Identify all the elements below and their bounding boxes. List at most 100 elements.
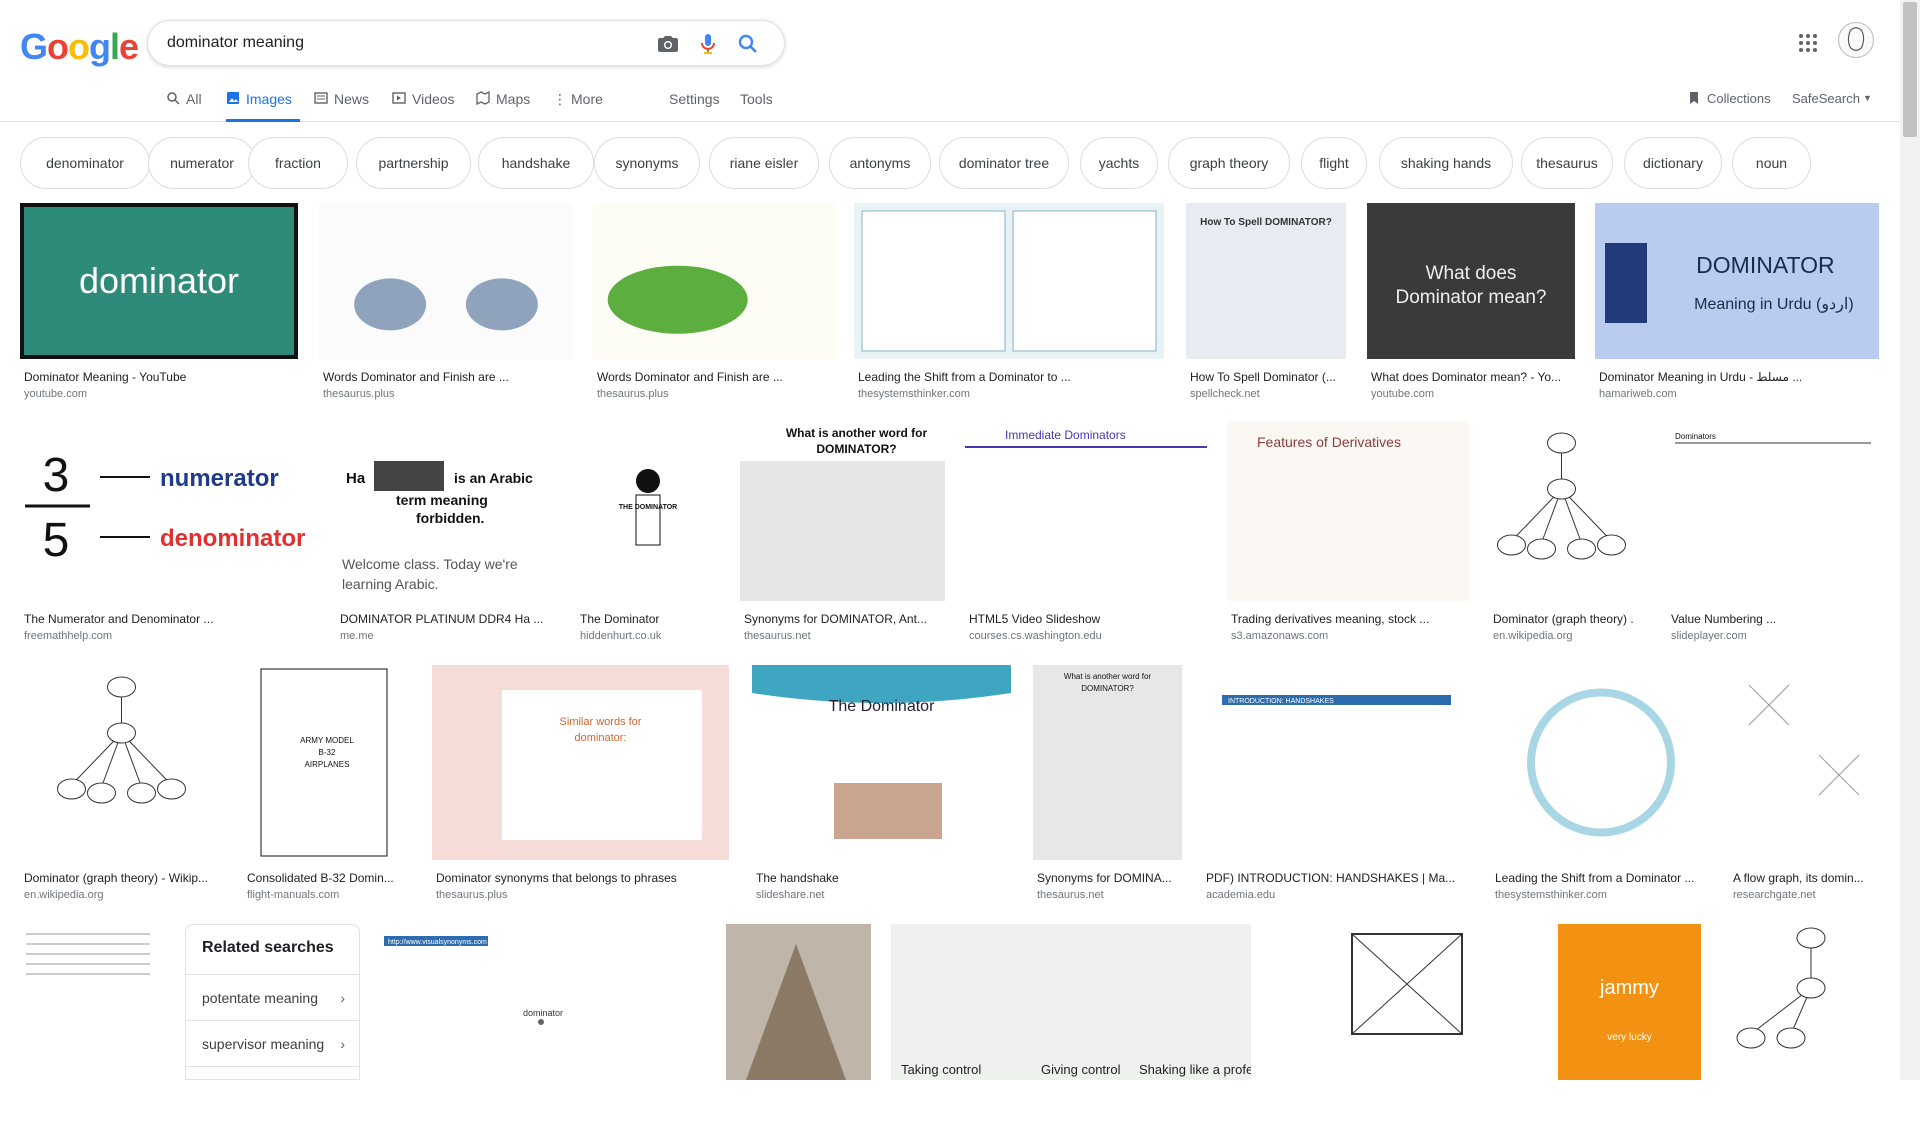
result-thumbnail[interactable] xyxy=(1272,924,1537,1080)
tab-settings[interactable]: Settings xyxy=(669,86,720,122)
tab-images[interactable]: Images xyxy=(226,86,300,122)
chip-synonyms[interactable]: synonyms xyxy=(594,137,700,189)
chip-fraction[interactable]: fraction xyxy=(248,137,348,189)
search-input[interactable] xyxy=(167,34,647,52)
scrollbar-track[interactable] xyxy=(1900,0,1920,1080)
chip-antonyms[interactable]: antonyms xyxy=(829,137,931,189)
result-title[interactable]: What does Dominator mean? - Yo... xyxy=(1371,370,1561,384)
image-result[interactable]: THE DOMINATOR The Dominator hiddenhurt.co.… xyxy=(576,421,720,651)
result-thumbnail[interactable] xyxy=(1489,421,1634,601)
result-thumbnail[interactable] xyxy=(1723,924,1879,1080)
image-result[interactable]: ARMY MODEL B-32 AIRPLANES Consolidated B-32… xyxy=(243,665,399,910)
safesearch-button[interactable]: SafeSearch ▼ xyxy=(1792,86,1872,122)
image-result[interactable]: What is another word for DOMINATOR? Synony… xyxy=(740,421,945,651)
result-thumbnail[interactable] xyxy=(726,924,871,1080)
result-thumbnail[interactable] xyxy=(1729,665,1879,860)
image-result[interactable]: How To Spell DOMINATOR? How To Spell Domi… xyxy=(1186,203,1346,409)
result-thumbnail[interactable] xyxy=(854,203,1164,359)
image-result[interactable]: Features of Derivatives Trading derivativ… xyxy=(1227,421,1469,651)
result-thumbnail[interactable] xyxy=(20,924,165,1080)
result-thumbnail[interactable]: DOMINATOR Meaning in Urdu (اردو) xyxy=(1595,203,1879,359)
result-title[interactable]: Dominator (graph theory) ... xyxy=(1493,612,1634,626)
related-search-item[interactable]: › xyxy=(186,1067,359,1079)
image-result[interactable]: What does Dominator mean? What does Domina… xyxy=(1367,203,1575,409)
image-result[interactable]: Dominator (graph theory) ... en.wikipedia… xyxy=(1489,421,1634,651)
result-thumbnail[interactable] xyxy=(1491,665,1711,860)
result-title[interactable]: Trading derivatives meaning, stock ... xyxy=(1231,612,1429,626)
result-thumbnail[interactable]: INTRODUCTION: HANDSHAKES xyxy=(1202,665,1471,860)
image-result[interactable]: Dominators Value Numbering ... slideplayer… xyxy=(1667,421,1879,651)
result-thumbnail[interactable]: What is another word for DOMINATOR? xyxy=(740,421,945,601)
related-search-item[interactable]: potentate meaning › xyxy=(186,975,359,1021)
tab-more[interactable]: ⋮ More xyxy=(553,86,603,122)
chip-flight[interactable]: flight xyxy=(1301,137,1367,189)
result-title[interactable]: The Dominator xyxy=(580,612,659,626)
result-thumbnail[interactable]: 3 5 numerator denominator xyxy=(20,421,315,601)
result-title[interactable]: PDF) INTRODUCTION: HANDSHAKES | Ma... xyxy=(1206,871,1455,885)
result-thumbnail[interactable]: THE DOMINATOR xyxy=(576,421,720,601)
result-thumbnail[interactable]: Similar words for dominator: xyxy=(432,665,729,860)
image-result[interactable]: The Dominator The handshake slideshare.net xyxy=(752,665,1011,910)
result-thumbnail[interactable]: jammy very lucky xyxy=(1558,924,1701,1080)
result-title[interactable]: Dominator Meaning in Urdu - مسلط ... xyxy=(1599,370,1802,384)
chip-riane-eisler[interactable]: riane eisler xyxy=(709,137,819,189)
result-title[interactable]: DOMINATOR PLATINUM DDR4 Ha ... xyxy=(340,612,543,626)
related-search-item[interactable]: supervisor meaning › xyxy=(186,1021,359,1067)
image-result[interactable]: jammy very lucky xyxy=(1558,924,1701,1130)
result-title[interactable]: Leading the Shift from a Dominator ... xyxy=(1495,871,1694,885)
image-result[interactable]: Immediate Dominators HTML5 Video Slidesho… xyxy=(965,421,1207,651)
result-title[interactable]: The Numerator and Denominator ... xyxy=(24,612,213,626)
result-title[interactable]: Words Dominator and Finish are ... xyxy=(597,370,783,384)
result-title[interactable]: HTML5 Video Slideshow xyxy=(969,612,1100,626)
chip-thesaurus[interactable]: thesaurus xyxy=(1521,137,1613,189)
chip-dictionary[interactable]: dictionary xyxy=(1624,137,1722,189)
search-icon[interactable] xyxy=(736,32,760,56)
result-title[interactable]: The handshake xyxy=(756,871,839,885)
apps-grid-icon[interactable] xyxy=(1796,31,1820,55)
image-result[interactable] xyxy=(1723,924,1879,1130)
chip-denominator[interactable]: denominator xyxy=(20,137,150,189)
result-thumbnail[interactable]: The Dominator xyxy=(752,665,1011,860)
image-result[interactable]: http://www.visualsynonyms.com dominator xyxy=(380,924,706,1130)
result-thumbnail[interactable]: What does Dominator mean? xyxy=(1367,203,1575,359)
image-result[interactable]: INTRODUCTION: HANDSHAKES PDF) INTRODUCTIO… xyxy=(1202,665,1471,910)
image-result[interactable]: dominator Dominator Meaning - YouTube yout… xyxy=(20,203,298,409)
result-thumbnail[interactable]: Dominators xyxy=(1667,421,1879,601)
result-thumbnail[interactable]: Ha is an Arabic term meaning forbidden. Welc… xyxy=(336,421,556,601)
result-thumbnail[interactable]: ARMY MODEL B-32 AIRPLANES xyxy=(243,665,399,860)
result-thumbnail[interactable]: http://www.visualsynonyms.com dominator xyxy=(380,924,706,1080)
result-thumbnail[interactable]: dominator xyxy=(20,203,298,359)
result-title[interactable]: Words Dominator and Finish are ... xyxy=(323,370,509,384)
image-result[interactable] xyxy=(726,924,871,1130)
chip-handshake[interactable]: handshake xyxy=(478,137,594,189)
tab-videos[interactable]: Videos xyxy=(392,86,455,122)
account-avatar[interactable] xyxy=(1838,22,1874,58)
image-result[interactable]: Words Dominator and Finish are ... thesau… xyxy=(319,203,573,409)
result-title[interactable]: Consolidated B-32 Domin... xyxy=(247,871,394,885)
chip-yachts[interactable]: yachts xyxy=(1080,137,1158,189)
tab-maps[interactable]: Maps xyxy=(476,86,530,122)
result-title[interactable]: A flow graph, its domin... xyxy=(1733,871,1864,885)
result-title[interactable]: Synonyms for DOMINA... xyxy=(1037,871,1172,885)
tab-all[interactable]: All xyxy=(166,86,202,122)
mic-icon[interactable] xyxy=(696,32,720,56)
image-result[interactable]: Dominator (graph theory) - Wikip... en.wi… xyxy=(20,665,223,910)
camera-icon[interactable] xyxy=(656,32,680,56)
image-result[interactable]: What is another word for DOMINATOR? Synony… xyxy=(1033,665,1182,910)
result-thumbnail[interactable]: How To Spell DOMINATOR? xyxy=(1186,203,1346,359)
result-thumbnail[interactable]: Features of Derivatives xyxy=(1227,421,1469,601)
image-result[interactable]: 3 5 numerator denominator The Numerator and … xyxy=(20,421,315,651)
result-thumbnail[interactable]: Taking control Giving control Shaking like… xyxy=(891,924,1251,1080)
result-thumbnail[interactable] xyxy=(20,665,223,860)
result-title[interactable]: Dominator synonyms that belongs to phras… xyxy=(436,871,677,885)
image-result[interactable] xyxy=(1272,924,1537,1130)
chip-numerator[interactable]: numerator xyxy=(148,137,256,189)
image-result[interactable]: Words Dominator and Finish are ... thesau… xyxy=(593,203,835,409)
chip-shaking-hands[interactable]: shaking hands xyxy=(1379,137,1513,189)
result-title[interactable]: Synonyms for DOMINATOR, Ant... xyxy=(744,612,927,626)
google-logo[interactable]: Google xyxy=(20,26,139,68)
collections-button[interactable]: Collections xyxy=(1687,86,1771,122)
image-result[interactable]: DOMINATOR Meaning in Urdu (اردو) Dominator… xyxy=(1595,203,1879,409)
result-title[interactable]: How To Spell Dominator (... xyxy=(1190,370,1336,384)
image-result[interactable]: Leading the Shift from a Dominator to ..… xyxy=(854,203,1164,409)
